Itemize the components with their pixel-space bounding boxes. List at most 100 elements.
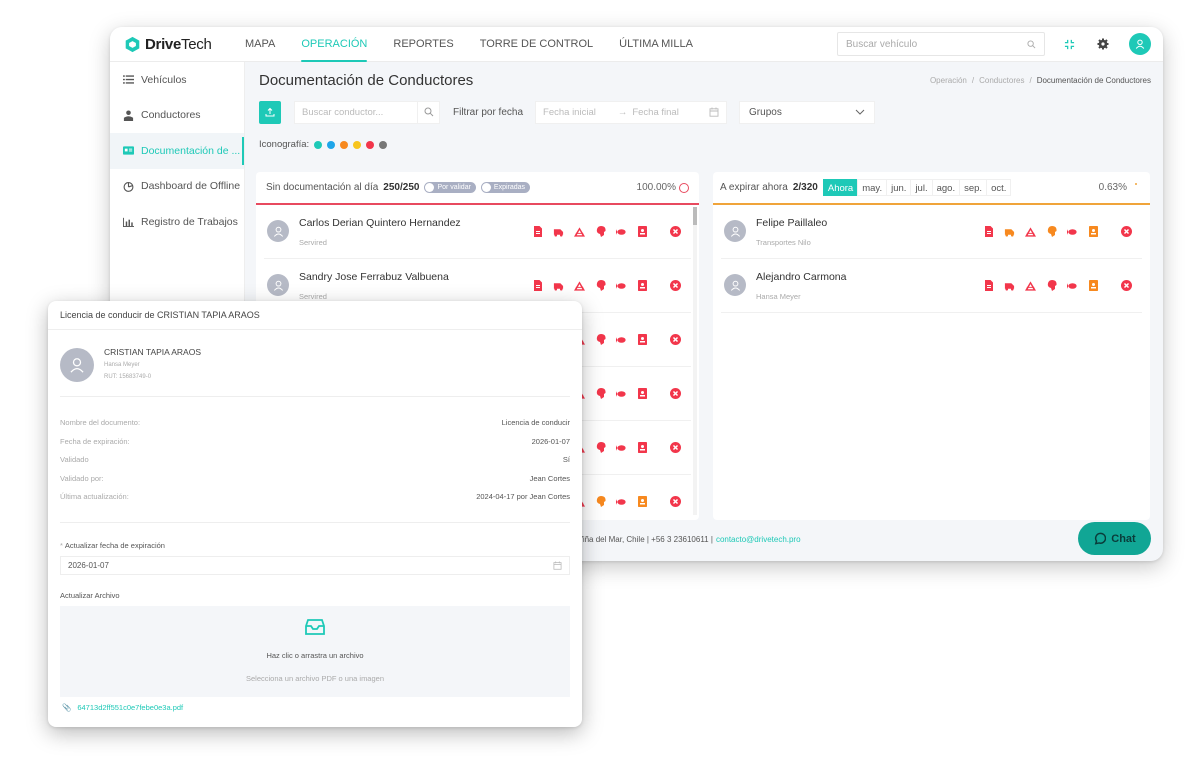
nav-operacion[interactable]: OPERACIÓN xyxy=(288,27,380,62)
chat-button[interactable]: Chat xyxy=(1078,522,1151,555)
detail-row: Última actualización: 2024-04-17 por Jean… xyxy=(60,492,570,501)
date-range-picker[interactable]: Fecha inicial → Fecha final xyxy=(535,100,728,124)
toggle-expiradas[interactable]: Expiradas xyxy=(480,182,531,193)
badge-icon[interactable] xyxy=(1088,280,1099,291)
footer-email-link[interactable]: contacto@drivetech.pro xyxy=(716,535,801,544)
toggle-por-validar[interactable]: Por validar xyxy=(424,182,476,193)
document-icon[interactable] xyxy=(532,280,543,291)
upload-button[interactable] xyxy=(259,100,281,124)
bar-chart-icon xyxy=(123,218,134,228)
outdated-docs-header: Sin documentación al día 250/250 Por val… xyxy=(256,172,699,205)
nav-reportes[interactable]: REPORTES xyxy=(380,27,466,62)
expiring-percent: 0.63% xyxy=(1099,182,1140,193)
driver-row[interactable]: Carlos Derian Quintero Hernandez Servired xyxy=(264,205,691,259)
road-icon[interactable] xyxy=(1025,280,1036,291)
groups-select[interactable]: Grupos xyxy=(739,100,876,124)
road-icon[interactable] xyxy=(574,280,585,291)
badge-icon[interactable] xyxy=(637,388,648,399)
drivetech-logo[interactable]: DriveTech xyxy=(124,36,232,53)
head-icon[interactable] xyxy=(595,334,606,345)
sidebar-item-label: Registro de Trabajos xyxy=(141,215,238,228)
truck-icon[interactable] xyxy=(1004,226,1015,237)
nav-mapa[interactable]: MAPA xyxy=(232,27,288,62)
breadcrumb-operacion[interactable]: Operación xyxy=(930,76,967,85)
fish-icon[interactable] xyxy=(616,496,627,507)
document-icon[interactable] xyxy=(983,280,994,291)
month-tab-jun[interactable]: jun. xyxy=(886,179,912,196)
progress-ring-icon xyxy=(1130,182,1140,193)
expiring-count: 2/320 xyxy=(792,182,818,193)
date-start-input[interactable]: Fecha inicial xyxy=(543,107,596,118)
remove-icon[interactable] xyxy=(670,442,681,453)
expiration-date-input[interactable]: 2026-01-07 xyxy=(60,556,570,575)
user-avatar[interactable] xyxy=(1129,33,1151,55)
sidebar-item-registro-trabajos[interactable]: Registro de Trabajos xyxy=(110,204,244,240)
remove-icon[interactable] xyxy=(670,226,681,237)
truck-icon[interactable] xyxy=(1004,280,1015,291)
remove-icon[interactable] xyxy=(1121,226,1132,237)
remove-icon[interactable] xyxy=(670,334,681,345)
uploaded-file-name[interactable]: 64713d2ff551c0e7febe0e3a.pdf xyxy=(77,703,183,712)
arrow-right-icon: → xyxy=(617,106,628,118)
driver-search-input[interactable] xyxy=(295,106,405,118)
head-icon[interactable] xyxy=(595,280,606,291)
month-tab-jul[interactable]: jul. xyxy=(910,179,933,196)
head-icon[interactable] xyxy=(595,442,606,453)
fish-icon[interactable] xyxy=(616,280,627,291)
head-icon[interactable] xyxy=(1046,226,1057,237)
truck-icon[interactable] xyxy=(553,280,564,291)
document-icon[interactable] xyxy=(983,226,994,237)
driver-row[interactable]: Felipe Paillaleo Transportes Nilo xyxy=(721,205,1142,259)
month-tab-ago[interactable]: ago. xyxy=(931,179,961,196)
driver-search-button[interactable] xyxy=(417,101,439,123)
driver-row[interactable]: Alejandro Carmona Hansa Meyer xyxy=(721,259,1142,313)
truck-icon[interactable] xyxy=(553,226,564,237)
fish-icon[interactable] xyxy=(616,442,627,453)
fish-icon[interactable] xyxy=(616,388,627,399)
list-scrollbar[interactable] xyxy=(693,207,697,515)
remove-icon[interactable] xyxy=(670,388,681,399)
badge-icon[interactable] xyxy=(637,226,648,237)
remove-icon[interactable] xyxy=(670,280,681,291)
sidebar-item-documentacion[interactable]: Documentación de ... xyxy=(110,133,244,169)
remove-icon[interactable] xyxy=(1121,280,1132,291)
settings-button[interactable] xyxy=(1093,34,1113,54)
fish-icon[interactable] xyxy=(616,334,627,345)
head-icon[interactable] xyxy=(1046,280,1057,291)
sidebar-item-vehiculos[interactable]: Vehículos xyxy=(110,62,244,98)
sidebar-item-conductores[interactable]: Conductores xyxy=(110,98,244,134)
vehicle-search-input[interactable] xyxy=(846,38,1027,50)
road-icon[interactable] xyxy=(574,226,585,237)
document-icon[interactable] xyxy=(532,226,543,237)
road-icon[interactable] xyxy=(1025,226,1036,237)
month-tab-oct[interactable]: oct. xyxy=(986,179,1012,196)
uploaded-file[interactable]: 📎 64713d2ff551c0e7febe0e3a.pdf xyxy=(62,703,183,712)
paperclip-icon: 📎 xyxy=(62,703,72,712)
badge-icon[interactable] xyxy=(637,442,648,453)
sidebar-item-dashboard-offline[interactable]: Dashboard de Offline xyxy=(110,169,244,205)
head-icon[interactable] xyxy=(595,388,606,399)
outdated-count: 250/250 xyxy=(383,182,420,193)
head-icon[interactable] xyxy=(595,226,606,237)
nav-ultima-milla[interactable]: ÚLTIMA MILLA xyxy=(606,27,706,62)
head-icon[interactable] xyxy=(595,496,606,507)
legend-dot-blue xyxy=(327,140,336,149)
page-title: Documentación de Conductores xyxy=(259,72,474,89)
fish-icon[interactable] xyxy=(616,226,627,237)
month-tab-may[interactable]: may. xyxy=(857,179,888,196)
badge-icon[interactable] xyxy=(637,496,648,507)
date-end-input[interactable]: Fecha final xyxy=(632,107,678,118)
search-icon[interactable] xyxy=(1027,39,1036,49)
fish-icon[interactable] xyxy=(1067,226,1078,237)
badge-icon[interactable] xyxy=(637,334,648,345)
breadcrumb-conductores[interactable]: Conductores xyxy=(979,76,1024,85)
badge-icon[interactable] xyxy=(1088,226,1099,237)
fullscreen-button[interactable] xyxy=(1059,34,1079,54)
fish-icon[interactable] xyxy=(1067,280,1078,291)
month-tab-ahora[interactable]: Ahora xyxy=(822,179,859,196)
badge-icon[interactable] xyxy=(637,280,648,291)
nav-torre-de-control[interactable]: TORRE DE CONTROL xyxy=(467,27,606,62)
remove-icon[interactable] xyxy=(670,496,681,507)
month-tab-sep[interactable]: sep. xyxy=(959,179,988,196)
file-dropzone[interactable]: Haz clic o arrastra un archivo Seleccion… xyxy=(60,606,570,697)
